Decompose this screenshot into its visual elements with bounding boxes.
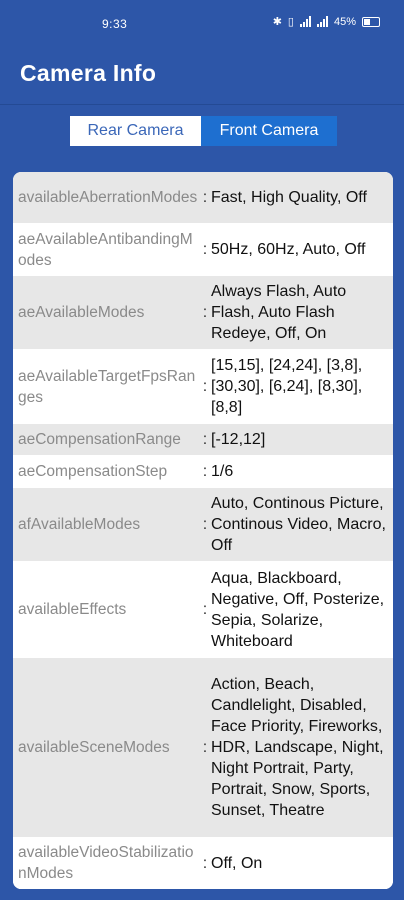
row-value: Action, Beach, Candlelight, Disabled, Fa… (211, 676, 384, 819)
row-separator: : (202, 304, 208, 321)
row-key: aeAvailableModes (18, 304, 145, 321)
row-separator: : (202, 189, 208, 206)
camera-tabs: Rear Camera Front Camera (70, 116, 337, 146)
row-key: aeAvailableTargetFpsRanges (18, 367, 196, 406)
table-row: aeAvailableTargetFpsRanges : [15,15], [2… (13, 350, 393, 424)
table-row: afAvailableModes : Auto, Continous Pictu… (13, 488, 393, 562)
table-row: availableSceneModes : Action, Beach, Can… (13, 658, 393, 838)
row-key: availableEffects (18, 601, 127, 618)
row-value: Always Flash, Auto Flash, Auto Flash Red… (211, 283, 347, 342)
page-title: Camera Info (20, 60, 157, 86)
row-value: Fast, High Quality, Off (211, 189, 367, 206)
table-row: aeAvailableAntibandingModes : 50Hz, 60Hz… (13, 224, 393, 276)
row-separator: : (202, 739, 208, 756)
row-separator: : (202, 241, 208, 258)
row-separator: : (202, 431, 208, 448)
table-row: availableVideoStabilizationModes : Off, … (13, 838, 393, 889)
tab-rear-camera[interactable]: Rear Camera (70, 116, 201, 146)
row-value: Auto, Continous Picture, Continous Video… (211, 495, 386, 554)
row-separator: : (202, 601, 208, 618)
bluetooth-icon: ✱ (272, 16, 282, 28)
row-key: availableAberrationModes (18, 189, 198, 206)
status-time: 9:33 (102, 17, 128, 31)
row-separator: : (202, 854, 208, 872)
signal-icon-2 (316, 16, 328, 27)
status-icons: ✱ ▯ 45% (273, 15, 380, 28)
row-separator: : (202, 463, 208, 480)
signal-icon (299, 16, 311, 27)
row-value: Off, On (211, 854, 263, 872)
battery-icon (362, 16, 380, 27)
row-key: availableSceneModes (18, 739, 170, 756)
row-value: Aqua, Blackboard, Negative, Off, Posteri… (211, 569, 385, 650)
row-value: [15,15], [24,24], [3,8], [30,30], [6,24]… (211, 357, 363, 416)
table-row: aeCompensationRange : [-12,12] (13, 424, 393, 456)
camera-info-table: availableAberrationModes : Fast, High Qu… (13, 172, 393, 889)
row-key: aeCompensationRange (18, 431, 181, 448)
app-bar: Camera Info (0, 48, 404, 105)
battery-percent: 45% (333, 15, 356, 28)
status-bar: 9:33 ✱ ▯ 45% (0, 0, 404, 48)
row-value: 50Hz, 60Hz, Auto, Off (211, 241, 366, 258)
table-row: availableAberrationModes : Fast, High Qu… (13, 172, 393, 224)
vibrate-icon: ▯ (287, 16, 294, 28)
row-value: 1/6 (211, 463, 234, 480)
table-row: availableEffects : Aqua, Blackboard, Neg… (13, 562, 393, 658)
row-separator: : (202, 378, 208, 395)
row-separator: : (202, 516, 208, 533)
app-bar-divider (0, 104, 404, 105)
row-value: [-12,12] (211, 431, 266, 448)
row-key: availableVideoStabilizationModes (18, 844, 194, 882)
row-key: afAvailableModes (18, 516, 141, 533)
row-key: aeAvailableAntibandingModes (18, 230, 193, 269)
tab-front-camera[interactable]: Front Camera (201, 116, 337, 146)
table-row: aeCompensationStep : 1/6 (13, 456, 393, 488)
row-key: aeCompensationStep (18, 463, 168, 480)
table-row: aeAvailableModes : Always Flash, Auto Fl… (13, 276, 393, 350)
